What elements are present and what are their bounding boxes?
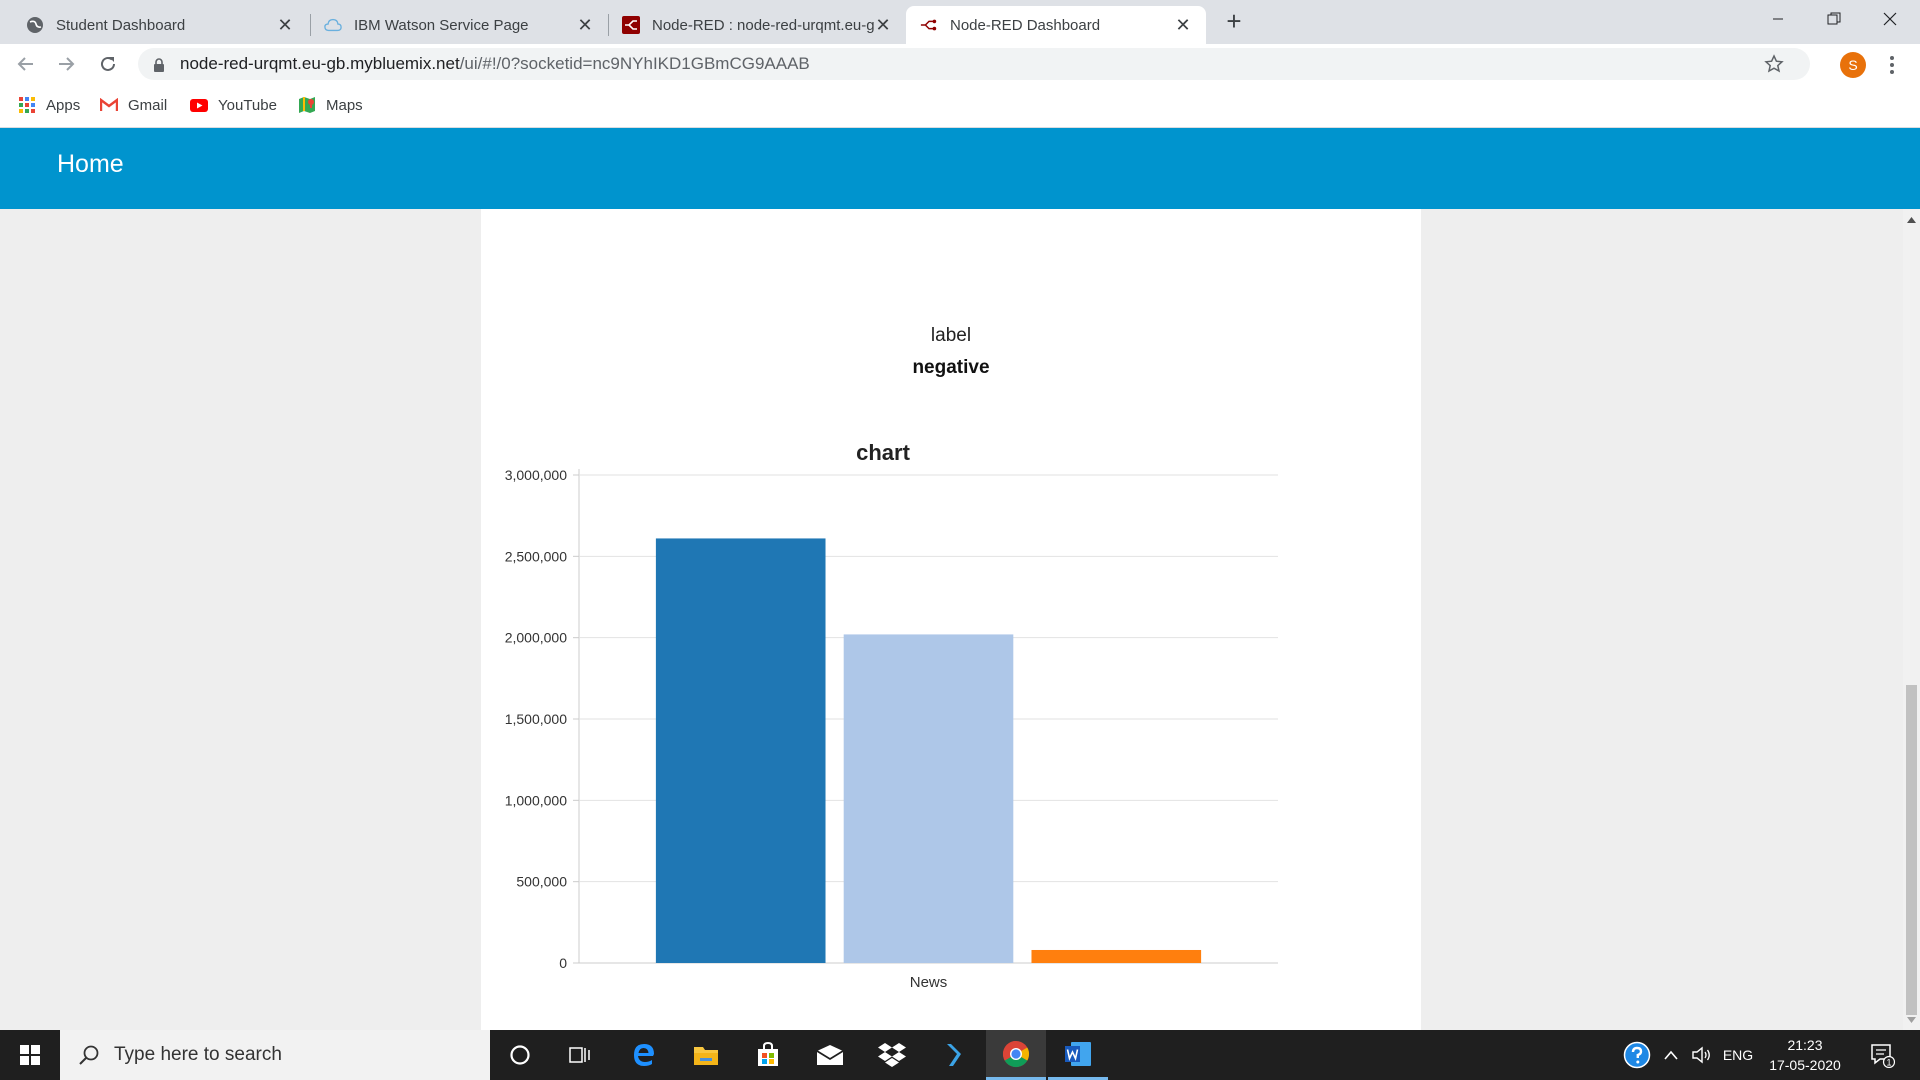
tab-node-red-dashboard[interactable]: Node-RED Dashboard ✕ (906, 6, 1206, 44)
dashboard-group-card: label negative chart 0 500,000 1,000,000 1,… (481, 209, 1421, 1030)
chart-y-tick-label: 2,500,000 (505, 548, 567, 564)
close-tab-icon[interactable]: ✕ (1174, 16, 1192, 34)
chart-bar-series-1[interactable] (655, 538, 826, 963)
chrome-icon[interactable] (986, 1030, 1046, 1080)
bookmark-label: YouTube (218, 96, 277, 114)
url-host: node-red-urqmt.eu-gb.mybluemix.net (180, 54, 460, 73)
node-red-icon (622, 16, 640, 34)
close-tab-icon[interactable]: ✕ (276, 16, 294, 34)
chart-bar-series-3[interactable] (1031, 949, 1202, 963)
chart-x-category-label: News (910, 974, 948, 991)
chart-bars (655, 538, 1202, 963)
lock-icon (152, 57, 166, 72)
tab-title: Student Dashboard (56, 16, 186, 34)
chart-y-tick-label: 0 (559, 955, 567, 971)
profile-avatar[interactable]: S (1840, 52, 1866, 78)
page-title: Home (57, 150, 124, 178)
bookmark-maps[interactable]: Maps (298, 94, 363, 116)
bookmark-youtube[interactable]: YouTube (190, 94, 277, 116)
maps-icon (298, 96, 316, 114)
dashboard-body: label negative chart 0 500,000 1,000,000 1,… (0, 209, 1920, 1030)
word-icon[interactable] (1048, 1030, 1108, 1080)
chevron-up-icon[interactable] (1660, 1030, 1682, 1080)
bookmark-label: Apps (46, 96, 81, 114)
bookmark-gmail[interactable]: Gmail (100, 94, 167, 116)
bookmark-label: Gmail (128, 96, 168, 114)
chart-y-tick-label: 1,000,000 (505, 792, 567, 808)
chart-y-tick-label: 2,000,000 (505, 630, 567, 646)
visual-studio-icon[interactable] (924, 1030, 984, 1080)
tab-node-red-editor[interactable]: Node-RED : node-red-urqmt.eu-gb.mybluemi… (608, 6, 906, 44)
scrollbar-thumb[interactable] (1906, 685, 1917, 1015)
browser-toolbar: node-red-urqmt.eu-gb.mybluemix.net/ui/#!… (0, 44, 1920, 84)
taskbar-clock[interactable]: 21:23 17-05-2020 (1760, 1035, 1850, 1075)
clock-time: 21:23 (1787, 1037, 1823, 1053)
clock-date: 17-05-2020 (1769, 1057, 1841, 1073)
language-indicator[interactable]: ENG (1718, 1030, 1758, 1080)
windows-start-icon[interactable] (0, 1030, 60, 1080)
chart-x-categories: News (910, 974, 948, 991)
chart-y-tick-label: 1,500,000 (505, 711, 567, 727)
tab-ibm-watson[interactable]: IBM Watson Service Page ✕ (310, 6, 608, 44)
bar-chart: chart 0 500,000 1,000,000 1,500,000 2,000,00… (481, 429, 1421, 1029)
minimize-icon[interactable] (1750, 0, 1806, 38)
cloud-icon (324, 16, 342, 34)
close-tab-icon[interactable]: ✕ (874, 16, 892, 34)
scroll-up-arrow-icon[interactable] (1903, 211, 1920, 228)
page-scrollbar[interactable] (1903, 209, 1920, 1030)
chart-title: chart (856, 440, 910, 465)
gmail-icon (100, 96, 118, 114)
tab-title: IBM Watson Service Page (354, 16, 529, 34)
tab-title: Node-RED Dashboard (950, 16, 1101, 34)
bookmarks-bar: Apps Gmail YouTube Maps (0, 84, 1920, 128)
chart-svg: chart 0 500,000 1,000,000 1,500,000 2,000,00… (505, 440, 1278, 991)
text-widget-value: negative (912, 357, 990, 378)
apps-grid-icon (18, 96, 36, 114)
mail-icon[interactable] (800, 1030, 860, 1080)
chart-y-tick-label: 500,000 (516, 874, 567, 890)
notification-count: 1 (1886, 1058, 1891, 1068)
taskbar-search-input[interactable]: Type here to search (60, 1030, 490, 1080)
action-center-notification-icon[interactable]: 1 (1862, 1030, 1902, 1080)
file-explorer-icon[interactable] (676, 1030, 736, 1080)
bookmark-apps[interactable]: Apps (18, 94, 80, 116)
back-arrow-icon[interactable] (12, 50, 40, 78)
bookmark-label: Maps (326, 96, 363, 114)
menu-kebab-icon[interactable] (1884, 52, 1900, 78)
text-widget-label: label (930, 325, 972, 346)
bookmark-star-icon[interactable] (1764, 54, 1784, 74)
task-view-icon[interactable] (550, 1030, 610, 1080)
restore-icon[interactable] (1806, 0, 1862, 38)
youtube-icon (190, 96, 208, 114)
globe-icon (26, 16, 44, 34)
reload-icon[interactable] (94, 50, 122, 78)
dropbox-icon[interactable] (862, 1030, 922, 1080)
cortana-circle-icon[interactable] (490, 1030, 550, 1080)
tab-title: Node-RED : node-red-urqmt.eu-gb.mybluemi… (652, 16, 874, 34)
url-path: /ui/#!/0?socketid=nc9NYhIKD1GBmCG9AAAB (459, 54, 810, 73)
scroll-down-arrow-icon[interactable] (1903, 1011, 1920, 1028)
tab-student-dashboard[interactable]: Student Dashboard ✕ (12, 6, 308, 44)
close-tab-icon[interactable]: ✕ (576, 16, 594, 34)
browser-tab-strip: Student Dashboard ✕ IBM Watson Service P… (0, 0, 1920, 44)
forward-arrow-icon[interactable] (52, 50, 80, 78)
address-bar[interactable]: node-red-urqmt.eu-gb.mybluemix.net/ui/#!… (138, 48, 1810, 80)
speaker-icon[interactable] (1688, 1030, 1714, 1080)
chart-bar-series-2[interactable] (843, 634, 1014, 963)
help-icon[interactable] (1620, 1030, 1654, 1080)
search-icon (78, 1044, 100, 1066)
dashboard-header: Home (0, 128, 1920, 209)
chart-y-tick-label: 3,000,000 (505, 467, 567, 483)
edge-icon[interactable] (614, 1030, 674, 1080)
chart-y-ticks: 0 500,000 1,000,000 1,500,000 2,000,000 2,500… (505, 467, 579, 971)
new-tab-button[interactable]: + (1222, 8, 1246, 36)
close-window-icon[interactable] (1862, 0, 1918, 38)
windows-taskbar: Type here to search ENG 21:23 17-05-2020 (0, 1030, 1920, 1080)
node-red-icon (920, 16, 938, 34)
store-icon[interactable] (738, 1030, 798, 1080)
search-placeholder: Type here to search (114, 1044, 282, 1065)
